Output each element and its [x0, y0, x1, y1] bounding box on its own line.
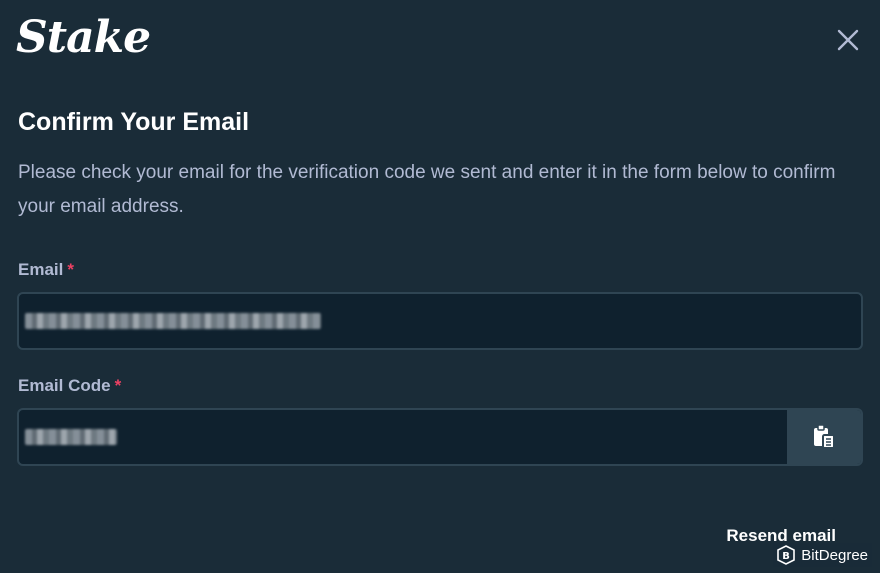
email-label: Email *: [18, 260, 74, 280]
email-label-text: Email: [18, 260, 64, 279]
email-code-field[interactable]: [17, 408, 863, 466]
close-button[interactable]: [834, 26, 862, 54]
email-code-value-obscured: [25, 429, 117, 445]
dialog-description: Please check your email for the verifica…: [18, 162, 836, 217]
stake-logo: Stake: [16, 12, 151, 63]
dialog-title: Confirm Your Email: [18, 108, 250, 136]
paste-button[interactable]: [787, 410, 861, 464]
email-code-required-marker: *: [114, 376, 122, 395]
confirm-email-modal: Stake Confirm Your Email Please check yo…: [0, 0, 880, 573]
email-required-marker: *: [67, 260, 74, 279]
clipboard-paste-icon: [814, 424, 835, 449]
email-code-input-area[interactable]: [19, 410, 787, 464]
email-field[interactable]: [17, 292, 863, 350]
email-code-label: Email Code *: [18, 376, 121, 396]
watermark-text: BitDegree: [801, 546, 868, 564]
bitdegree-logo-icon: B: [777, 545, 796, 565]
email-code-label-text: Email Code: [18, 376, 111, 395]
bitdegree-watermark: B BitDegree: [773, 543, 872, 567]
svg-text:B: B: [782, 551, 790, 562]
close-icon: [837, 29, 859, 51]
